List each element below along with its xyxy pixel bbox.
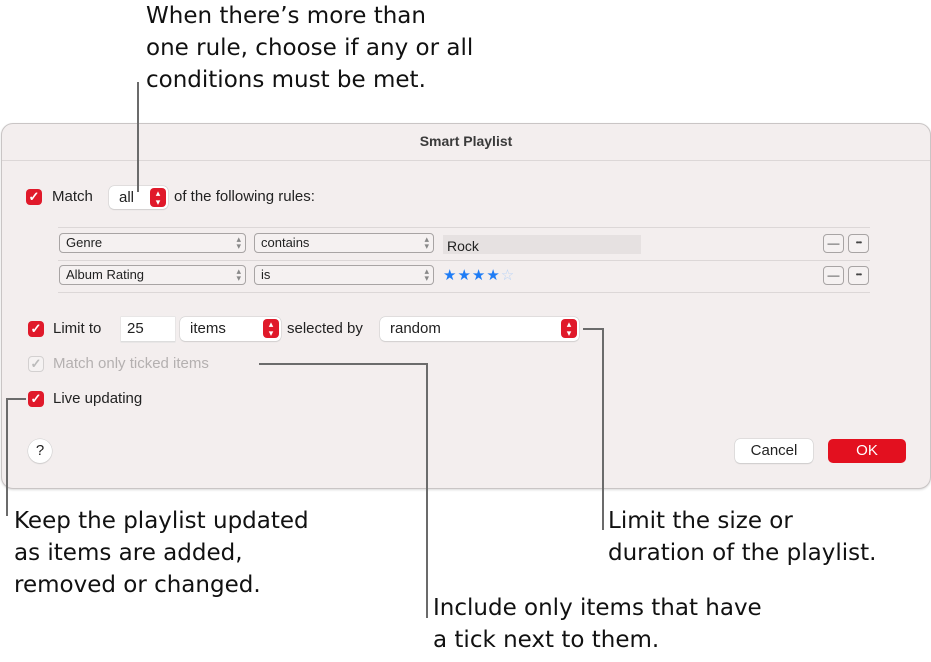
title-bar: Smart Playlist: [2, 124, 930, 161]
match-ticked-checkbox[interactable]: ✓: [28, 356, 44, 372]
leader-line-match: [137, 82, 139, 192]
rule-field-value: Genre: [66, 235, 103, 250]
star-filled-icon: ★★★★: [443, 267, 501, 284]
smart-playlist-dialog: Smart Playlist ✓ Match all ▴ ▾ of the fol…: [1, 123, 931, 489]
leader-line-live-updating-h: [6, 398, 26, 400]
stepper-icon: ▴ ▾: [263, 319, 279, 338]
leader-line-limit-v: [602, 328, 604, 530]
selected-by-value: random: [390, 320, 441, 337]
callout-limit: Limit the size or duration of the playli…: [608, 508, 877, 566]
leader-line-ticked-h: [259, 363, 427, 365]
up-down-arrows-icon: ▴ ▾: [236, 234, 241, 251]
limit-unit-popup[interactable]: items ▴ ▾: [180, 317, 281, 341]
selected-by-popup[interactable]: random ▴ ▾: [380, 317, 579, 341]
star-empty-icon: ☆: [500, 267, 516, 284]
more-rule-button[interactable]: •••: [848, 266, 869, 285]
remove-rule-button[interactable]: —: [823, 234, 844, 253]
callout-live-updating: Keep the playlist updated as items are a…: [14, 508, 309, 598]
limit-unit-value: items: [190, 320, 226, 337]
limit-checkbox[interactable]: ✓: [28, 321, 44, 337]
cancel-button[interactable]: Cancel: [735, 439, 813, 463]
match-ticked-label: Match only ticked items: [53, 355, 209, 372]
ok-button[interactable]: OK: [828, 439, 906, 463]
rule-field-select[interactable]: Genre ▴ ▾: [59, 233, 246, 253]
rule-value-text: Rock: [447, 238, 479, 254]
star-rating[interactable]: ★★★★☆: [443, 266, 515, 284]
up-down-arrows-icon: ▴ ▾: [424, 234, 429, 251]
live-updating-checkbox[interactable]: ✓: [28, 391, 44, 407]
limit-label: Limit to: [53, 320, 102, 337]
stepper-icon: ▴ ▾: [561, 319, 577, 338]
rule-operator-select[interactable]: contains ▴ ▾: [254, 233, 434, 253]
rule-field-value: Album Rating: [66, 267, 145, 282]
leader-line-limit-h: [583, 328, 603, 330]
live-updating-label: Live updating: [53, 390, 143, 407]
rule-value-input[interactable]: Rock: [443, 235, 641, 254]
rule-separator: [58, 292, 870, 293]
rule-operator-select[interactable]: is ▴ ▾: [254, 265, 434, 285]
rule-separator: [58, 227, 870, 228]
callout-ticked-items: Include only items that have a tick next…: [433, 595, 762, 653]
dialog-title: Smart Playlist: [419, 133, 513, 149]
rule-operator-value: contains: [261, 235, 310, 250]
limit-value-input[interactable]: 25: [121, 317, 175, 342]
up-down-arrows-icon: ▴ ▾: [424, 266, 429, 283]
rule-field-select[interactable]: Album Rating ▴ ▾: [59, 265, 246, 285]
callout-match-rule: When there’s more than one rule, choose …: [146, 3, 474, 93]
rule-operator-value: is: [261, 267, 271, 282]
match-checkbox[interactable]: ✓: [26, 189, 42, 205]
match-suffix-label: of the following rules:: [174, 188, 315, 205]
limit-value-text: 25: [127, 320, 144, 337]
more-rule-button[interactable]: •••: [848, 234, 869, 253]
remove-rule-button[interactable]: —: [823, 266, 844, 285]
rule-separator: [58, 260, 870, 261]
match-mode-value: all: [119, 189, 135, 206]
up-down-arrows-icon: ▴ ▾: [236, 266, 241, 283]
stepper-icon: ▴ ▾: [150, 188, 166, 207]
help-button[interactable]: ?: [28, 439, 52, 463]
leader-line-live-updating-v: [6, 398, 8, 516]
match-label: Match: [52, 188, 93, 205]
selected-by-label: selected by: [287, 320, 363, 337]
leader-line-ticked-v: [426, 363, 428, 618]
